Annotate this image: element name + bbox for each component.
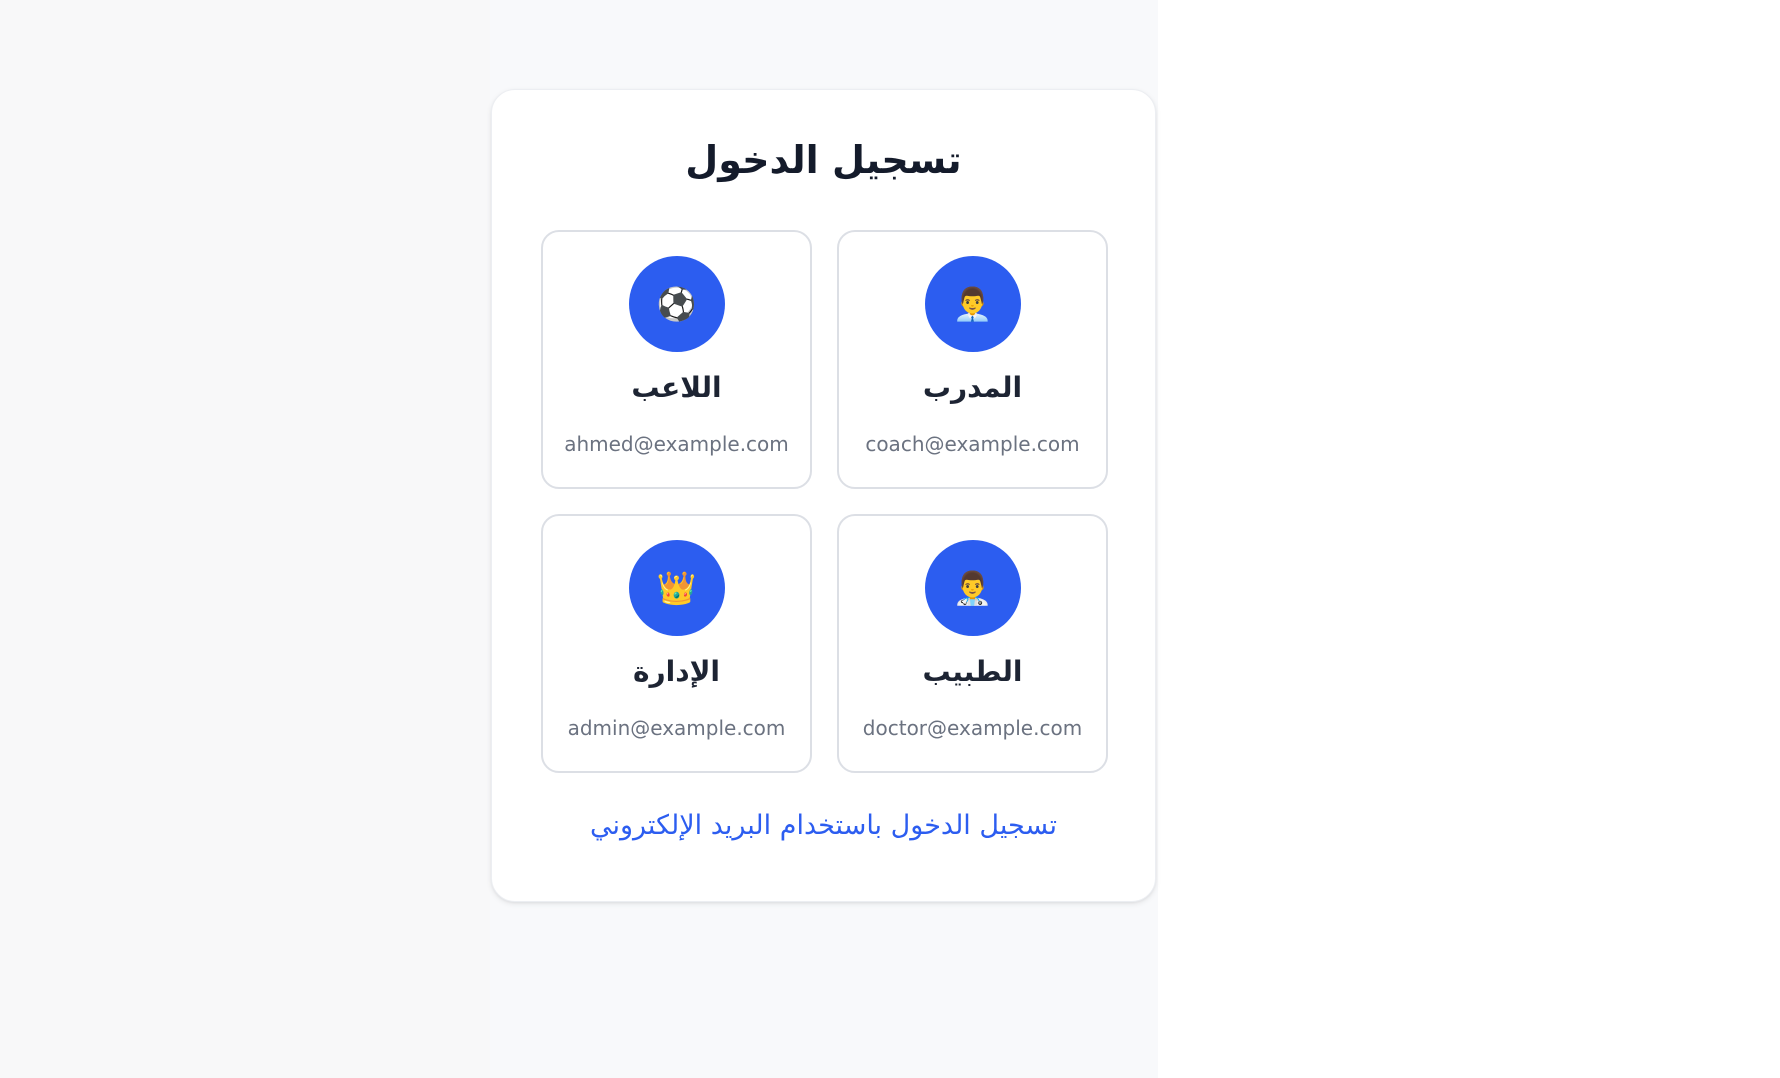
role-card-doctor[interactable]: 👨‍⚕️ الطبيب doctor@example.com [837,514,1108,773]
crown-icon: 👑 [628,540,725,636]
role-grid: 👨‍💼 المدرب coach@example.com ⚽ اللاعب ah… [541,230,1108,773]
role-card-coach[interactable]: 👨‍💼 المدرب coach@example.com [837,230,1108,489]
role-email: doctor@example.com [862,716,1083,740]
login-title: تسجيل الدخول [685,138,962,182]
role-name: الإدارة [632,655,721,688]
role-email: admin@example.com [567,716,786,740]
right-background [1158,0,1780,1078]
role-card-player[interactable]: ⚽ اللاعب ahmed@example.com [541,230,812,489]
role-name: الطبيب [922,655,1023,688]
role-email: coach@example.com [865,432,1080,456]
role-name: المدرب [922,371,1023,404]
role-email: ahmed@example.com [564,432,789,456]
left-background [0,0,490,1078]
soccer-ball-icon: ⚽ [628,256,725,352]
login-card: تسجيل الدخول 👨‍💼 المدرب coach@example.co… [491,89,1156,902]
email-login-link[interactable]: تسجيل الدخول باستخدام البريد الإلكتروني [492,810,1155,841]
doctor-icon: 👨‍⚕️ [924,540,1021,636]
coach-icon: 👨‍💼 [924,256,1021,352]
role-name: اللاعب [631,371,722,404]
role-card-admin[interactable]: 👑 الإدارة admin@example.com [541,514,812,773]
